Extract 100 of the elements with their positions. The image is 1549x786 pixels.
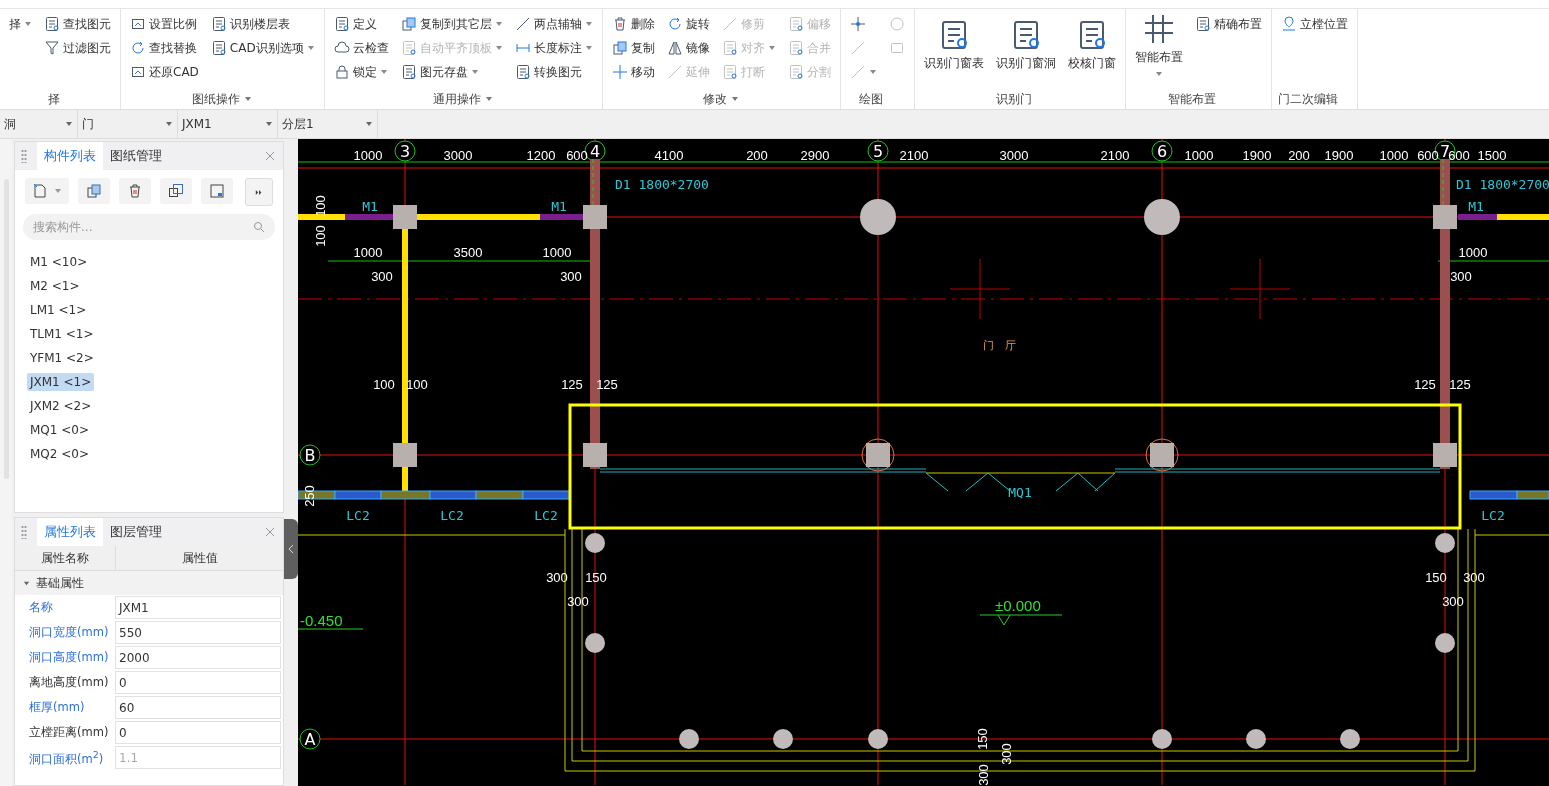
dimension-label: 600 (1448, 148, 1470, 163)
dimension-label: 1000 (353, 148, 383, 163)
ribbon-button[interactable]: 移动 (608, 60, 658, 84)
ribbon-button[interactable]: 查找图元 (41, 12, 114, 36)
caret-icon (265, 120, 273, 128)
component-item[interactable]: M2 <1> (27, 277, 83, 295)
dimension-label: 3000 (443, 148, 473, 163)
panel-tab[interactable]: 构件列表 (37, 142, 103, 170)
property-value-field[interactable]: 60 (115, 696, 281, 719)
document-icon (787, 16, 804, 32)
ribbon-button[interactable]: 校核门窗 (1064, 12, 1119, 78)
ribbon-button[interactable]: 识别楼层表 (207, 12, 318, 36)
drag-handle-icon[interactable] (21, 149, 27, 163)
caret-icon (494, 20, 503, 28)
dimension-label: 300 (1463, 570, 1485, 585)
new-button[interactable] (25, 178, 69, 204)
dimension-label: 1900 (1242, 148, 1272, 163)
dimension-label: 300 (976, 764, 991, 785)
panel-tab[interactable]: 图层管理 (103, 518, 169, 546)
property-value-field[interactable]: 0 (115, 671, 281, 694)
ribbon-button[interactable]: 择 (6, 12, 35, 36)
document-icon (210, 16, 227, 32)
ribbon-button[interactable]: 精确布置 (1191, 12, 1265, 36)
group-label: 绘图 (859, 90, 884, 108)
caret-icon (379, 68, 388, 76)
save-button[interactable] (201, 178, 233, 204)
ribbon-button[interactable]: 识别门窗表 (920, 12, 987, 78)
dropdown-field[interactable]: 洞 (0, 110, 78, 138)
caret-icon (306, 44, 315, 52)
ribbon-button[interactable]: 查找替换 (127, 36, 202, 60)
group-row[interactable]: 基础属性 (15, 571, 283, 595)
component-item[interactable]: LM1 <1> (27, 301, 90, 319)
component-item[interactable]: M1 <10> (27, 253, 91, 271)
caret-icon (494, 44, 503, 52)
double-arrow-icon (255, 188, 263, 196)
rotate-icon (666, 16, 683, 32)
dropdown-field[interactable]: 门 (78, 110, 178, 138)
group-label: 修改 (703, 90, 728, 108)
dropdown-field[interactable]: 分层1 (278, 110, 378, 138)
panel-tab[interactable]: 图纸管理 (103, 142, 169, 170)
drag-handle-icon[interactable] (21, 525, 27, 539)
component-item[interactable]: YFM1 <2> (27, 349, 97, 367)
ribbon-button[interactable]: 云检查 (330, 36, 392, 60)
panel-tab[interactable]: 属性列表 (37, 518, 103, 546)
ribbon-button[interactable]: 复制 (608, 36, 658, 60)
ribbon-button[interactable]: 还原CAD (127, 60, 202, 84)
cloud-icon (333, 40, 350, 56)
group-label: 门二次编辑 (1278, 90, 1339, 108)
square-icon (888, 40, 905, 56)
ribbon-button[interactable]: 立樘位置 (1277, 12, 1351, 36)
ribbon-button[interactable]: 复制到其它层 (397, 12, 506, 36)
search-field[interactable]: 搜索构件... (23, 214, 275, 240)
ribbon-button[interactable]: 长度标注 (511, 36, 596, 60)
document-icon (400, 40, 417, 56)
copy-layers-button[interactable] (160, 178, 192, 204)
ribbon-button[interactable]: 转换图元 (511, 60, 596, 84)
component-item[interactable]: MQ1 <0> (27, 421, 92, 439)
ribbon-button[interactable]: 智能布置 (1131, 12, 1186, 78)
room-label: 厅 (1004, 339, 1016, 352)
ribbon-button[interactable]: 删除 (608, 12, 658, 36)
ribbon-button[interactable]: 过滤图元 (41, 36, 114, 60)
ribbon-button[interactable]: 设置比例 (127, 12, 202, 36)
axis-label: B (304, 446, 316, 465)
property-value-field[interactable]: 0 (115, 721, 281, 744)
opening-label: D1 1800*2700 (615, 177, 709, 192)
group-label: 择 (48, 90, 60, 108)
collapse-handle[interactable] (284, 519, 298, 579)
property-value-field[interactable]: 2000 (115, 646, 281, 669)
dimension-label: 125 (1449, 377, 1471, 392)
copy-icon (168, 183, 184, 199)
dropdown-field[interactable]: JXM1 (178, 110, 278, 138)
line-icon (514, 16, 531, 32)
dimension-label: 3500 (453, 245, 483, 260)
property-value-field[interactable]: JXM1 (115, 596, 281, 619)
copy-button[interactable] (78, 178, 110, 204)
property-name: 洞口宽度(mm) (28, 625, 110, 640)
dimension-label: 150 (1425, 570, 1447, 585)
close-icon[interactable] (265, 151, 275, 161)
ribbon-button[interactable]: 锁定 (330, 60, 392, 84)
caret-icon (54, 187, 62, 195)
dimension-label: 150 (975, 728, 990, 750)
ribbon-button[interactable]: 识别门窗洞 (992, 12, 1059, 78)
caret-icon (24, 20, 32, 28)
delete-button[interactable] (119, 178, 151, 204)
ribbon-button[interactable]: CAD识别选项 (207, 36, 318, 60)
component-item[interactable]: JXM2 <2> (27, 397, 95, 415)
more-button[interactable] (245, 178, 273, 206)
ribbon-button[interactable]: 镜像 (663, 36, 713, 60)
component-item[interactable]: MQ2 <0> (27, 445, 92, 463)
ribbon-button[interactable]: 图元存盘 (397, 60, 506, 84)
close-icon[interactable] (265, 527, 275, 537)
opening-label: M1 (551, 199, 567, 214)
dimension-label: 1000 (1458, 245, 1488, 260)
property-value-field[interactable]: 550 (115, 621, 281, 644)
ribbon-button[interactable]: 旋转 (663, 12, 713, 36)
dimension-label: 3000 (999, 148, 1029, 163)
ribbon-button[interactable]: 定义 (330, 12, 392, 36)
component-item[interactable]: JXM1 <1> (27, 373, 95, 391)
component-item[interactable]: TLM1 <1> (27, 325, 97, 343)
ribbon-button[interactable]: 两点辅轴 (511, 12, 596, 36)
